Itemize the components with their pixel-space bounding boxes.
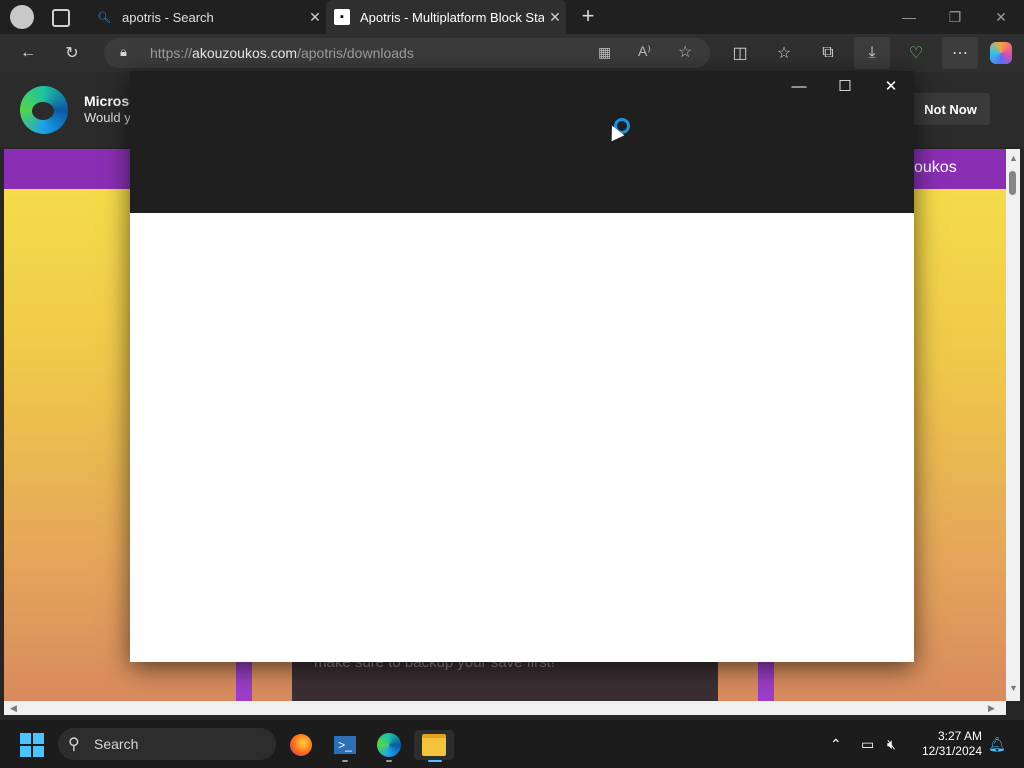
taskbar-search-box[interactable]: ⚲ Search: [58, 728, 276, 760]
address-bar[interactable]: 🔒︎ https://akouzoukos.com/apotris/downlo…: [104, 38, 710, 68]
read-aloud-icon[interactable]: A⁾: [638, 43, 651, 60]
popup-close-icon[interactable]: ✕: [868, 74, 914, 98]
running-indicator: [342, 760, 348, 762]
apotris-favicon-icon: ▪: [334, 9, 350, 25]
close-window-icon[interactable]: ✕: [978, 0, 1024, 34]
vertical-scroll-thumb[interactable]: [1009, 171, 1016, 195]
edge-logo-icon: [20, 86, 68, 134]
tab-apotris-search[interactable]: 🔍︎ apotris - Search ✕: [88, 0, 326, 34]
split-screen-icon[interactable]: ◫: [724, 37, 756, 69]
popup-maximize-icon[interactable]: ☐: [822, 74, 868, 98]
restore-window-icon[interactable]: ❐: [932, 0, 978, 34]
search-icon: 🔍︎: [97, 11, 111, 24]
network-icon[interactable]: ▭: [861, 736, 874, 753]
windows-start-icon[interactable]: [20, 733, 44, 757]
lock-icon: 🔒︎: [120, 44, 127, 59]
tab-title: apotris - Search: [122, 9, 214, 25]
new-tab-button[interactable]: +: [576, 4, 600, 28]
vertical-scrollbar[interactable]: ▲ ▼: [1006, 149, 1020, 701]
favorite-star-icon[interactable]: ☆: [678, 42, 692, 62]
popup-minimize-icon[interactable]: —: [776, 74, 822, 98]
close-tab-icon[interactable]: ✕: [544, 9, 566, 26]
volume-muted-icon[interactable]: 🔇︎: [887, 736, 896, 753]
downloads-icon[interactable]: ⤓: [854, 37, 890, 69]
url-domain: akouzoukos.com: [192, 45, 298, 61]
search-label: Search: [94, 736, 139, 752]
show-hidden-icons-icon[interactable]: ⌃: [830, 736, 842, 753]
scroll-down-icon[interactable]: ▼: [1009, 683, 1018, 693]
profile-avatar[interactable]: [10, 5, 34, 29]
favorites-icon[interactable]: ☆: [768, 37, 800, 69]
site-brand[interactable]: oukos: [914, 159, 957, 177]
edge-taskbar-icon[interactable]: [373, 730, 405, 760]
running-indicator: [386, 760, 392, 762]
search-icon: ⚲: [68, 736, 80, 753]
notifications-bell-icon[interactable]: 🔔︎: [988, 736, 1006, 753]
clock-time: 3:27 AM: [937, 729, 982, 743]
tab-actions-icon[interactable]: [52, 9, 70, 27]
tab-apotris-site[interactable]: ▪ Apotris - Multiplatform Block Stac ✕: [326, 0, 566, 34]
powershell-icon[interactable]: >_: [329, 730, 361, 760]
firefox-icon[interactable]: [285, 730, 317, 760]
banner-subtitle: Would y: [84, 110, 131, 125]
not-now-button[interactable]: Not Now: [911, 93, 990, 125]
collections-icon[interactable]: ⧉: [812, 37, 844, 69]
active-indicator: [428, 760, 442, 762]
scroll-up-icon[interactable]: ▲: [1009, 153, 1018, 163]
url-path: /apotris/downloads: [297, 45, 414, 61]
settings-more-icon[interactable]: ⋯: [942, 37, 978, 69]
browser-essentials-icon[interactable]: ♡: [900, 37, 932, 69]
tab-title: Apotris - Multiplatform Block Stac: [360, 9, 544, 25]
copilot-icon[interactable]: [990, 42, 1012, 64]
file-explorer-icon[interactable]: [414, 730, 454, 760]
url-text: https://akouzoukos.com/apotris/downloads: [150, 45, 414, 61]
app-available-icon[interactable]: ▦: [598, 44, 611, 61]
refresh-icon[interactable]: ↻: [56, 37, 88, 69]
taskbar-clock[interactable]: 3:27 AM 12/31/2024: [918, 729, 982, 759]
horizontal-scrollbar[interactable]: ◀ ▶: [4, 701, 1006, 715]
url-prefix: https://: [150, 45, 193, 61]
close-tab-icon[interactable]: ✕: [304, 9, 326, 26]
back-arrow-icon[interactable]: ←: [12, 37, 44, 69]
scroll-right-icon[interactable]: ▶: [988, 703, 995, 714]
minimize-window-icon[interactable]: —: [886, 0, 932, 34]
scroll-left-icon[interactable]: ◀: [10, 703, 17, 714]
clock-date: 12/31/2024: [921, 744, 982, 758]
